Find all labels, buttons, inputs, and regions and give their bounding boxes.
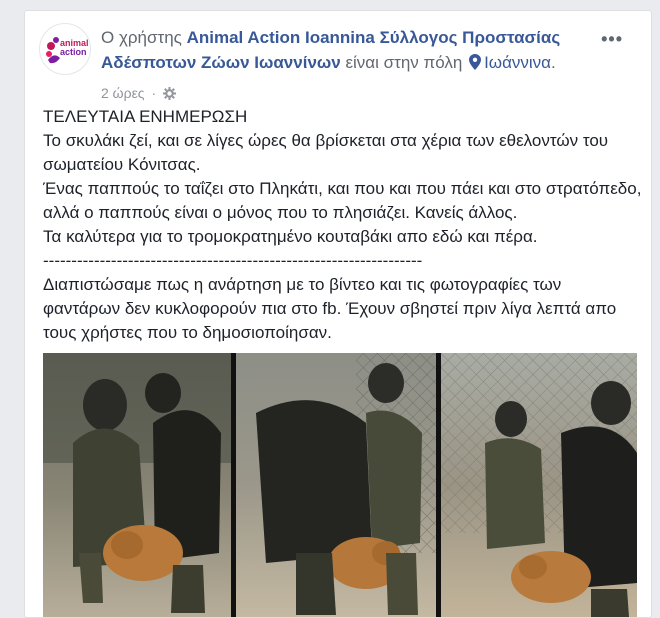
post-paragraph: Διαπιστώσαμε πως η ανάρτηση με το βίντεο… [43,275,617,342]
post-text: ΤΕΛΕΥΤΑΙΑ ΕΝΗΜΕΡΩΣΗ Το σκυλάκι ζεί, και … [43,105,643,345]
post-paragraph: ΤΕΛΕΥΤΑΙΑ ΕΝΗΜΕΡΩΣΗ [43,107,248,126]
headline-in-city: είναι στην πόλη [345,53,463,72]
more-options-icon[interactable]: ••• [601,29,623,50]
globe-gear-icon[interactable] [163,87,177,100]
photo-frame-3 [441,353,637,617]
meta-separator: · [151,85,157,101]
headline-period: . [551,53,556,72]
animal-action-logo: animal action [46,37,89,64]
city-link[interactable]: Ιωάννινα [484,53,551,72]
location-pin-icon [469,54,482,70]
post-meta: 2 ώρες · [101,85,177,101]
svg-text:action: action [60,47,87,57]
post-time[interactable]: 2 ώρες [101,85,145,101]
post-paragraph: Ένας παππούς το ταΐζει στο Πληκάτι, και … [43,179,642,222]
post-paragraph: Το σκυλάκι ζεί, και σε λίγες ώρες θα βρί… [43,131,609,174]
photo-frame-2 [236,353,436,617]
post-photo[interactable] [43,353,637,617]
post-paragraph: Τα καλύτερα για το τρομοκρατημένο κουταβ… [43,227,538,246]
post-divider-line: ----------------------------------------… [43,251,423,270]
post-headline: Ο χρήστης Animal Action Ioannina Σύλλογο… [101,25,601,75]
photo-frame-1 [43,353,231,617]
post-card: animal action Ο χρήστης Animal Action Io… [24,10,652,618]
page-avatar[interactable]: animal action [39,23,91,75]
headline-prefix: Ο χρήστης [101,28,182,47]
